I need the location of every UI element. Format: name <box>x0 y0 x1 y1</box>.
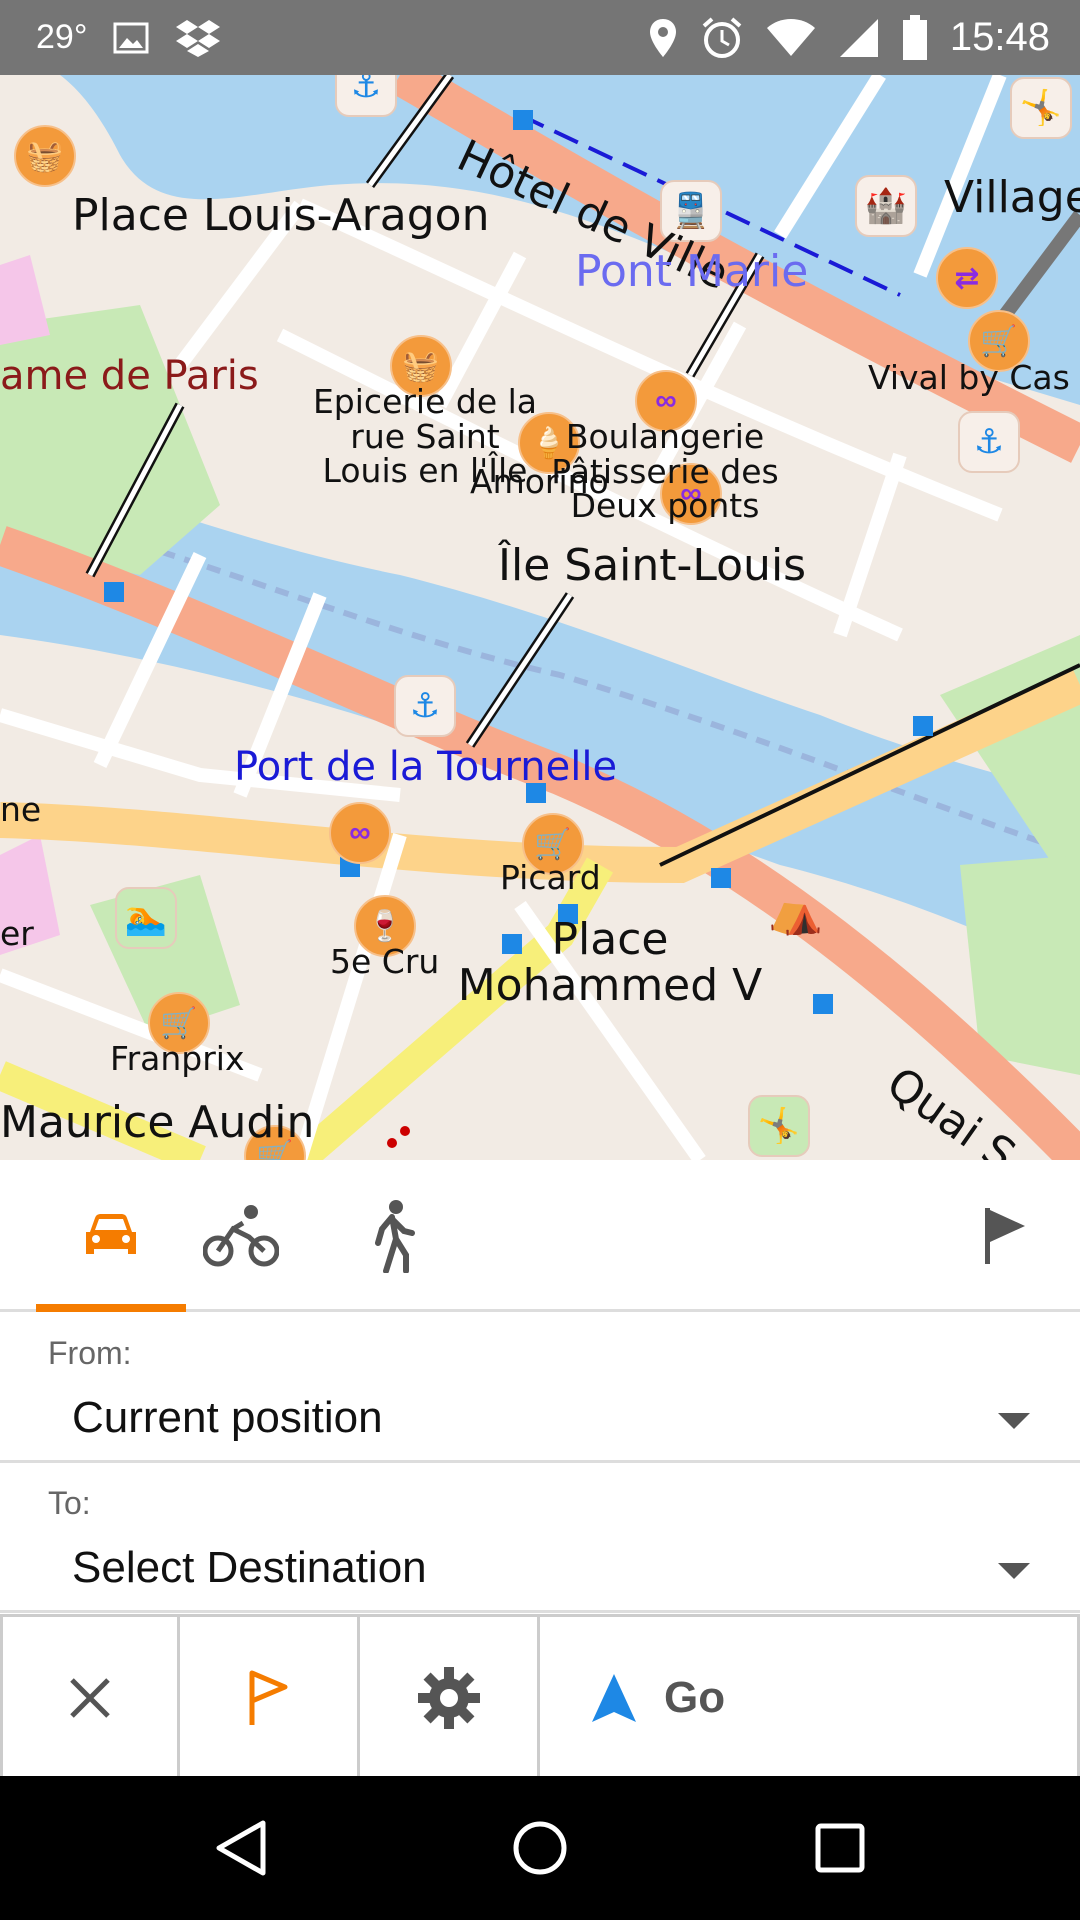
label-ile-saint-louis: Île Saint-Louis <box>498 540 807 591</box>
settings-button[interactable] <box>360 1617 540 1779</box>
image-icon <box>113 22 149 53</box>
action-bar: Go <box>0 1614 1080 1779</box>
pedestrian-mode-tab[interactable] <box>316 1160 466 1312</box>
anchor-icon[interactable]: ⚓ <box>335 75 397 117</box>
chevron-down-icon[interactable] <box>998 1413 1030 1429</box>
pedestrian-icon <box>375 1200 415 1273</box>
bus-stop-marker[interactable] <box>513 110 533 130</box>
from-value: Current position <box>72 1393 383 1442</box>
bus-stop-marker[interactable] <box>813 994 833 1014</box>
destination-flag-button[interactable] <box>930 1160 1080 1312</box>
system-nav-bar <box>0 1776 1080 1920</box>
home-icon <box>513 1821 567 1875</box>
flag-icon <box>985 1208 1025 1264</box>
close-icon <box>70 1678 110 1718</box>
bicycle-mode-tab[interactable] <box>166 1160 316 1312</box>
label-village: Village <box>944 172 1080 223</box>
playground-icon[interactable]: 🤸 <box>1010 77 1072 139</box>
recents-icon <box>815 1823 865 1873</box>
bakery-pretzel-icon[interactable]: ∞ <box>329 802 391 864</box>
shop-basket-icon[interactable]: 🧺 <box>14 125 76 187</box>
status-bar: 29° 15:48 <box>0 0 1080 75</box>
label-notre-dame: ame de Paris <box>0 353 259 399</box>
signal-icon <box>839 18 878 57</box>
to-label: To: <box>48 1485 91 1521</box>
label-5e-cru: 5e Cru <box>330 942 440 981</box>
chevron-down-icon[interactable] <box>998 1563 1030 1579</box>
cancel-button[interactable] <box>0 1617 180 1779</box>
label-picard: Picard <box>500 858 601 897</box>
car-mode-tab[interactable] <box>36 1160 186 1312</box>
from-label: From: <box>48 1335 132 1371</box>
label-place-mohammed-v: Place Mohammed V <box>457 914 763 1012</box>
alarm-icon <box>702 16 742 58</box>
car-icon <box>86 1214 136 1254</box>
dropbox-icon <box>176 19 221 57</box>
to-field[interactable]: To: Select Destination <box>0 1465 1080 1613</box>
label-ne: ne <box>0 790 42 829</box>
bicycle-icon <box>203 1205 279 1267</box>
transport-mode-tabs <box>0 1160 1080 1312</box>
gear-icon <box>417 1667 480 1729</box>
label-franprix: Franprix <box>110 1039 245 1078</box>
bus-stop-marker[interactable] <box>711 868 731 888</box>
clock: 15:48 <box>949 15 1050 59</box>
label-port-de-la-tournelle: Port de la Tournelle <box>234 744 618 790</box>
go-button[interactable]: Go <box>540 1617 1080 1779</box>
battery-icon <box>902 14 927 60</box>
from-field[interactable]: From: Current position <box>0 1315 1080 1463</box>
go-label: Go <box>664 1673 726 1722</box>
temperature: 29° <box>36 18 88 56</box>
map-view[interactable]: 🧺 🧺 ∞ 🍦 ∞ ∞ 🛒 🍷 🛒 🛒 ⇄ 🛒 🚆 🏰 🤸 ⚓ ⚓ ⚓ 🏊 🤸 … <box>0 75 1080 1160</box>
bus-stop-marker[interactable] <box>913 716 933 736</box>
bus-stop-marker[interactable] <box>104 582 124 602</box>
back-icon <box>216 1820 266 1876</box>
playground-icon[interactable]: 🤸 <box>748 1095 810 1157</box>
back-button[interactable] <box>160 1776 320 1920</box>
label-er: er <box>0 914 34 953</box>
label-pont-marie: Pont Marie <box>575 246 809 297</box>
home-button[interactable] <box>460 1776 620 1920</box>
anchor-icon[interactable]: ⚓ <box>958 411 1020 473</box>
label-boulangerie: Boulangerie Pâtisserie des Deux ponts <box>551 417 779 526</box>
anchor-icon[interactable]: ⚓ <box>394 675 456 737</box>
location-pin-icon <box>649 18 676 57</box>
to-value: Select Destination <box>72 1543 427 1592</box>
castle-icon[interactable]: 🏰 <box>855 175 917 237</box>
recents-button[interactable] <box>760 1776 920 1920</box>
exchange-icon[interactable]: ⇄ <box>936 247 998 309</box>
label-vival: Vival by Cas <box>868 358 1070 397</box>
intermediate-point-button[interactable] <box>180 1617 360 1779</box>
swimming-pool-icon[interactable]: 🏊 <box>115 887 177 949</box>
wifi-icon <box>766 18 815 56</box>
picnic-table-icon: ⛺ <box>768 887 823 936</box>
navigation-arrow-icon <box>592 1674 636 1722</box>
label-place-louis-aragon: Place Louis-Aragon <box>72 190 490 241</box>
label-maurice-audin: Maurice Audin <box>0 1097 315 1148</box>
flag-outline-icon <box>249 1670 287 1725</box>
